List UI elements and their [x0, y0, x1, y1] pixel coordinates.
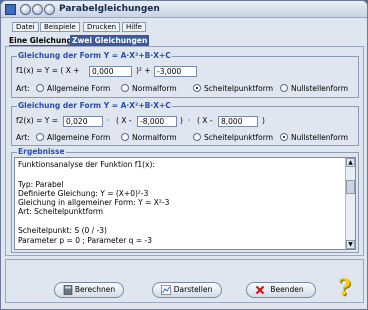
- f1-equation-mid: )² +: [136, 66, 151, 75]
- result-line: Art: Scheitelpunktform: [18, 207, 104, 216]
- show-label: Darstellen: [173, 285, 213, 294]
- f2-paren2: ( X -: [197, 116, 213, 125]
- button-panel: Berechnen Darstellen Beenden ?: [5, 259, 364, 303]
- equation-group-1: Gleichung der Form Y = A·X²+B·X+C f1(x) …: [11, 51, 359, 98]
- group2-title: Gleichung der Form Y = A·X²+B·X+C: [17, 101, 172, 110]
- f2-dot2: ·: [188, 116, 191, 125]
- menu-beispiele[interactable]: Beispiele: [40, 22, 80, 32]
- tab-bar: Eine Gleichung Zwei Gleichungen: [1, 34, 367, 46]
- result-line: Scheitelpunkt: S (0 / -3): [18, 226, 107, 235]
- scroll-down-icon[interactable]: ▼: [346, 240, 355, 249]
- scroll-up-icon[interactable]: ▲: [346, 158, 355, 167]
- f1-radio-label: Allgemeine Form: [47, 84, 111, 93]
- result-line: Typ: Parabel: [18, 180, 64, 189]
- f2-equation-prefix: f2(x) = Y =: [16, 116, 59, 125]
- menu-drucken[interactable]: Drucken: [83, 22, 121, 32]
- app-window: Parabelgleichungen Datei Beispiele Druck…: [0, 0, 368, 310]
- f2-close1: ): [180, 116, 183, 125]
- f2-radio-label: Scheitelpunktform: [204, 133, 274, 142]
- f2-art-label: Art:: [16, 133, 30, 142]
- show-button[interactable]: Darstellen: [152, 282, 222, 298]
- f1-equation-prefix: f1(x) = Y = ( X +: [16, 66, 80, 75]
- f1-radio-label: Normalform: [132, 84, 177, 93]
- close-x-icon: [255, 285, 265, 295]
- menu-datei[interactable]: Datei: [12, 22, 39, 32]
- menu-bar: Datei Beispiele Drucken Hilfe: [1, 19, 367, 34]
- window-title: Parabelgleichungen: [59, 4, 160, 14]
- group1-title: Gleichung der Form Y = A·X²+B·X+C: [17, 51, 172, 60]
- exit-button[interactable]: Beenden: [246, 282, 316, 298]
- f2-close2: ): [262, 116, 265, 125]
- exit-label: Beenden: [270, 285, 304, 294]
- f1-radio-normalform[interactable]: [121, 84, 129, 92]
- result-line: Funktionsanalyse der Funktion f1(x):: [18, 160, 155, 169]
- f2-value1-input[interactable]: 0,020: [63, 116, 103, 127]
- results-title: Ergebnisse: [17, 147, 66, 156]
- main-panel: Gleichung der Form Y = A·X²+B·X+C f1(x) …: [5, 46, 364, 256]
- results-group: Ergebnisse Funktionsanalyse der Funktion…: [11, 147, 359, 253]
- f2-dot1: ·: [107, 116, 110, 125]
- chart-icon: [161, 285, 171, 295]
- window-maximize-icon[interactable]: [44, 4, 55, 15]
- f2-radio-label: Normalform: [132, 133, 177, 142]
- menu-hilfe[interactable]: Hilfe: [122, 22, 146, 32]
- app-icon: [5, 4, 16, 15]
- f1-value2-input[interactable]: -3,000: [154, 66, 197, 77]
- f2-value2-input[interactable]: -8,000: [137, 116, 177, 127]
- f1-radio-label: Scheitelpunktform: [204, 84, 274, 93]
- f1-radio-label: Nullstellenform: [291, 84, 349, 93]
- f2-radio-allgemeine-form[interactable]: [36, 133, 44, 141]
- f2-radio-normalform[interactable]: [121, 133, 129, 141]
- f1-radio-allgemeine-form[interactable]: [36, 84, 44, 92]
- equation-group-2: Gleichung der Form Y = A·X²+B·X+C f2(x) …: [11, 101, 359, 146]
- window-close-icon[interactable]: [20, 4, 31, 15]
- window-minimize-icon[interactable]: [32, 4, 43, 15]
- result-line: Definierte Gleichung: Y = (X+0)²-3: [18, 189, 149, 198]
- calculate-label: Berechnen: [74, 285, 116, 294]
- results-scrollbar[interactable]: ▲ ▼: [345, 158, 355, 249]
- f2-radio-label: Allgemeine Form: [47, 133, 111, 142]
- f2-radio-nullstellenform[interactable]: [280, 133, 288, 141]
- scroll-thumb[interactable]: [346, 180, 355, 194]
- f2-paren1: ( X -: [116, 116, 132, 125]
- f1-art-label: Art:: [16, 84, 30, 93]
- tab-eine-gleichung[interactable]: Eine Gleichung: [9, 35, 72, 46]
- f1-radio-nullstellenform[interactable]: [280, 84, 288, 92]
- f1-value1-input[interactable]: 0,000: [89, 66, 132, 77]
- calculator-icon: [63, 285, 73, 295]
- calculate-button[interactable]: Berechnen: [54, 282, 124, 298]
- tab-zwei-gleichungen[interactable]: Zwei Gleichungen: [70, 35, 150, 46]
- results-textarea[interactable]: Funktionsanalyse der Funktion f1(x): Typ…: [14, 157, 356, 250]
- result-line: Parameter p = 0 ; Parameter q = -3: [18, 236, 152, 245]
- result-line: Gleichung in allgemeiner Form: Y = X²-3: [18, 198, 170, 207]
- f2-radio-label: Nullstellenform: [291, 133, 349, 142]
- title-bar: Parabelgleichungen: [1, 1, 367, 18]
- f1-radio-scheitelpunktform[interactable]: [193, 84, 201, 92]
- f2-value3-input[interactable]: 8,000: [218, 116, 258, 127]
- help-question-icon[interactable]: ?: [338, 276, 358, 300]
- f2-radio-scheitelpunktform[interactable]: [193, 133, 201, 141]
